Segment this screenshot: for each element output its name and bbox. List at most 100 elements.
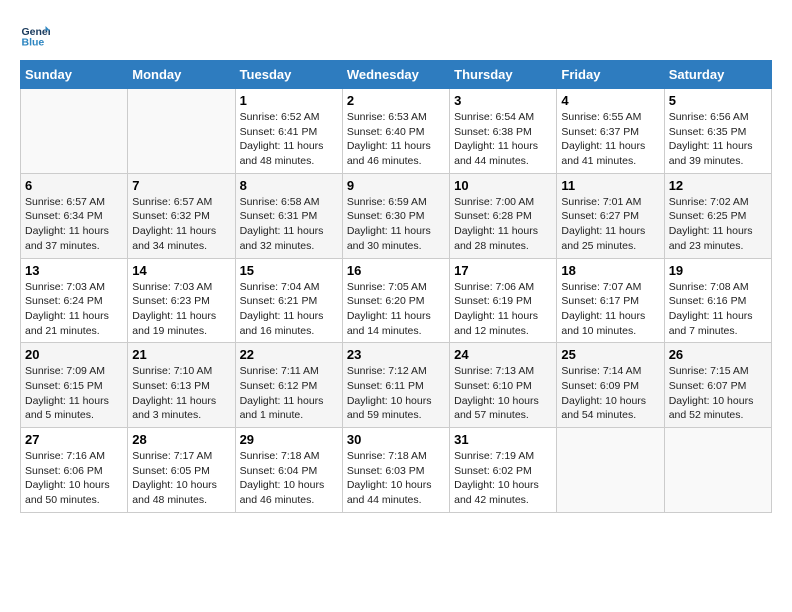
- calendar-day-cell: 30Sunrise: 7:18 AM Sunset: 6:03 PM Dayli…: [342, 428, 449, 513]
- day-number: 23: [347, 347, 445, 362]
- day-number: 18: [561, 263, 659, 278]
- day-number: 31: [454, 432, 552, 447]
- calendar-week-row: 1 Sunrise: 6:52 AM Sunset: 6:41 PM Daylig…: [21, 89, 772, 174]
- day-detail: Sunrise: 7:18 AM Sunset: 6:04 PM Dayligh…: [240, 449, 338, 508]
- calendar-day-cell: 8 Sunrise: 6:58 AM Sunset: 6:31 PM Daylig…: [235, 173, 342, 258]
- day-number: 10: [454, 178, 552, 193]
- day-number: 24: [454, 347, 552, 362]
- calendar-day-cell: 3 Sunrise: 6:54 AM Sunset: 6:38 PM Daylig…: [450, 89, 557, 174]
- day-detail: Sunrise: 7:15 AM Sunset: 6:07 PM Dayligh…: [669, 364, 767, 423]
- weekday-header-cell: Monday: [128, 61, 235, 89]
- day-number: 12: [669, 178, 767, 193]
- day-number: 15: [240, 263, 338, 278]
- calendar-day-cell: 1 Sunrise: 6:52 AM Sunset: 6:41 PM Daylig…: [235, 89, 342, 174]
- calendar-day-cell: 28Sunrise: 7:17 AM Sunset: 6:05 PM Dayli…: [128, 428, 235, 513]
- weekday-header-cell: Tuesday: [235, 61, 342, 89]
- weekday-header-cell: Sunday: [21, 61, 128, 89]
- day-detail: Sunrise: 6:54 AM Sunset: 6:38 PM Dayligh…: [454, 110, 552, 169]
- day-detail: Sunrise: 7:00 AM Sunset: 6:28 PM Dayligh…: [454, 195, 552, 254]
- calendar-day-cell: 13 Sunrise: 7:03 AM Sunset: 6:24 PM Dayli…: [21, 258, 128, 343]
- weekday-header-cell: Friday: [557, 61, 664, 89]
- calendar-day-cell: 24 Sunrise: 7:13 AM Sunset: 6:10 PM Dayli…: [450, 343, 557, 428]
- day-number: 19: [669, 263, 767, 278]
- calendar-week-row: 13 Sunrise: 7:03 AM Sunset: 6:24 PM Dayli…: [21, 258, 772, 343]
- day-detail: Sunrise: 6:56 AM Sunset: 6:35 PM Dayligh…: [669, 110, 767, 169]
- calendar-day-cell: 14Sunrise: 7:03 AM Sunset: 6:23 PM Dayli…: [128, 258, 235, 343]
- calendar-day-cell: 5Sunrise: 6:56 AM Sunset: 6:35 PM Daylig…: [664, 89, 771, 174]
- calendar-day-cell: 27 Sunrise: 7:16 AM Sunset: 6:06 PM Dayli…: [21, 428, 128, 513]
- calendar-day-cell: [664, 428, 771, 513]
- day-number: 21: [132, 347, 230, 362]
- calendar-day-cell: 4Sunrise: 6:55 AM Sunset: 6:37 PM Daylig…: [557, 89, 664, 174]
- calendar-day-cell: 9Sunrise: 6:59 AM Sunset: 6:30 PM Daylig…: [342, 173, 449, 258]
- weekday-header-cell: Saturday: [664, 61, 771, 89]
- day-detail: Sunrise: 7:07 AM Sunset: 6:17 PM Dayligh…: [561, 280, 659, 339]
- day-number: 20: [25, 347, 123, 362]
- day-detail: Sunrise: 7:12 AM Sunset: 6:11 PM Dayligh…: [347, 364, 445, 423]
- weekday-header-cell: Thursday: [450, 61, 557, 89]
- day-number: 13: [25, 263, 123, 278]
- calendar-day-cell: 23 Sunrise: 7:12 AM Sunset: 6:11 PM Dayli…: [342, 343, 449, 428]
- day-detail: Sunrise: 7:04 AM Sunset: 6:21 PM Dayligh…: [240, 280, 338, 339]
- day-detail: Sunrise: 7:08 AM Sunset: 6:16 PM Dayligh…: [669, 280, 767, 339]
- calendar-day-cell: 12 Sunrise: 7:02 AM Sunset: 6:25 PM Dayli…: [664, 173, 771, 258]
- day-detail: Sunrise: 7:11 AM Sunset: 6:12 PM Dayligh…: [240, 364, 338, 423]
- calendar-day-cell: 25Sunrise: 7:14 AM Sunset: 6:09 PM Dayli…: [557, 343, 664, 428]
- calendar-day-cell: 21 Sunrise: 7:10 AM Sunset: 6:13 PM Dayli…: [128, 343, 235, 428]
- day-number: 26: [669, 347, 767, 362]
- day-number: 28: [132, 432, 230, 447]
- day-detail: Sunrise: 6:52 AM Sunset: 6:41 PM Dayligh…: [240, 110, 338, 169]
- day-number: 8: [240, 178, 338, 193]
- day-detail: Sunrise: 6:53 AM Sunset: 6:40 PM Dayligh…: [347, 110, 445, 169]
- logo-icon: General Blue: [20, 20, 50, 50]
- weekday-header-row: SundayMondayTuesdayWednesdayThursdayFrid…: [21, 61, 772, 89]
- day-detail: Sunrise: 7:06 AM Sunset: 6:19 PM Dayligh…: [454, 280, 552, 339]
- day-detail: Sunrise: 7:01 AM Sunset: 6:27 PM Dayligh…: [561, 195, 659, 254]
- day-detail: Sunrise: 7:16 AM Sunset: 6:06 PM Dayligh…: [25, 449, 123, 508]
- day-detail: Sunrise: 7:02 AM Sunset: 6:25 PM Dayligh…: [669, 195, 767, 254]
- calendar-day-cell: 31 Sunrise: 7:19 AM Sunset: 6:02 PM Dayli…: [450, 428, 557, 513]
- day-number: 3: [454, 93, 552, 108]
- day-detail: Sunrise: 7:03 AM Sunset: 6:24 PM Dayligh…: [25, 280, 123, 339]
- calendar-body: 1 Sunrise: 6:52 AM Sunset: 6:41 PM Daylig…: [21, 89, 772, 513]
- day-number: 6: [25, 178, 123, 193]
- calendar-week-row: 27 Sunrise: 7:16 AM Sunset: 6:06 PM Dayli…: [21, 428, 772, 513]
- day-number: 17: [454, 263, 552, 278]
- calendar-week-row: 6 Sunrise: 6:57 AM Sunset: 6:34 PM Daylig…: [21, 173, 772, 258]
- calendar-day-cell: 19 Sunrise: 7:08 AM Sunset: 6:16 PM Dayli…: [664, 258, 771, 343]
- day-number: 1: [240, 93, 338, 108]
- day-detail: Sunrise: 7:05 AM Sunset: 6:20 PM Dayligh…: [347, 280, 445, 339]
- day-detail: Sunrise: 7:10 AM Sunset: 6:13 PM Dayligh…: [132, 364, 230, 423]
- day-number: 29: [240, 432, 338, 447]
- calendar-table: SundayMondayTuesdayWednesdayThursdayFrid…: [20, 60, 772, 513]
- calendar-day-cell: 7 Sunrise: 6:57 AM Sunset: 6:32 PM Daylig…: [128, 173, 235, 258]
- calendar-day-cell: 26 Sunrise: 7:15 AM Sunset: 6:07 PM Dayli…: [664, 343, 771, 428]
- calendar-day-cell: 10 Sunrise: 7:00 AM Sunset: 6:28 PM Dayli…: [450, 173, 557, 258]
- calendar-week-row: 20Sunrise: 7:09 AM Sunset: 6:15 PM Dayli…: [21, 343, 772, 428]
- day-detail: Sunrise: 7:19 AM Sunset: 6:02 PM Dayligh…: [454, 449, 552, 508]
- day-detail: Sunrise: 6:57 AM Sunset: 6:32 PM Dayligh…: [132, 195, 230, 254]
- day-number: 27: [25, 432, 123, 447]
- day-detail: Sunrise: 6:58 AM Sunset: 6:31 PM Dayligh…: [240, 195, 338, 254]
- day-number: 9: [347, 178, 445, 193]
- calendar-day-cell: 2 Sunrise: 6:53 AM Sunset: 6:40 PM Daylig…: [342, 89, 449, 174]
- calendar-day-cell: 29 Sunrise: 7:18 AM Sunset: 6:04 PM Dayli…: [235, 428, 342, 513]
- day-detail: Sunrise: 6:57 AM Sunset: 6:34 PM Dayligh…: [25, 195, 123, 254]
- page-header: General Blue: [20, 20, 772, 50]
- day-number: 14: [132, 263, 230, 278]
- calendar-day-cell: 11Sunrise: 7:01 AM Sunset: 6:27 PM Dayli…: [557, 173, 664, 258]
- day-number: 2: [347, 93, 445, 108]
- calendar-day-cell: 17 Sunrise: 7:06 AM Sunset: 6:19 PM Dayli…: [450, 258, 557, 343]
- day-number: 22: [240, 347, 338, 362]
- calendar-day-cell: [557, 428, 664, 513]
- logo: General Blue: [20, 20, 54, 50]
- calendar-day-cell: 6 Sunrise: 6:57 AM Sunset: 6:34 PM Daylig…: [21, 173, 128, 258]
- day-detail: Sunrise: 7:13 AM Sunset: 6:10 PM Dayligh…: [454, 364, 552, 423]
- day-number: 25: [561, 347, 659, 362]
- calendar-day-cell: 16Sunrise: 7:05 AM Sunset: 6:20 PM Dayli…: [342, 258, 449, 343]
- day-detail: Sunrise: 7:18 AM Sunset: 6:03 PM Dayligh…: [347, 449, 445, 508]
- calendar-day-cell: 18 Sunrise: 7:07 AM Sunset: 6:17 PM Dayli…: [557, 258, 664, 343]
- calendar-day-cell: 15 Sunrise: 7:04 AM Sunset: 6:21 PM Dayli…: [235, 258, 342, 343]
- day-number: 7: [132, 178, 230, 193]
- calendar-day-cell: [21, 89, 128, 174]
